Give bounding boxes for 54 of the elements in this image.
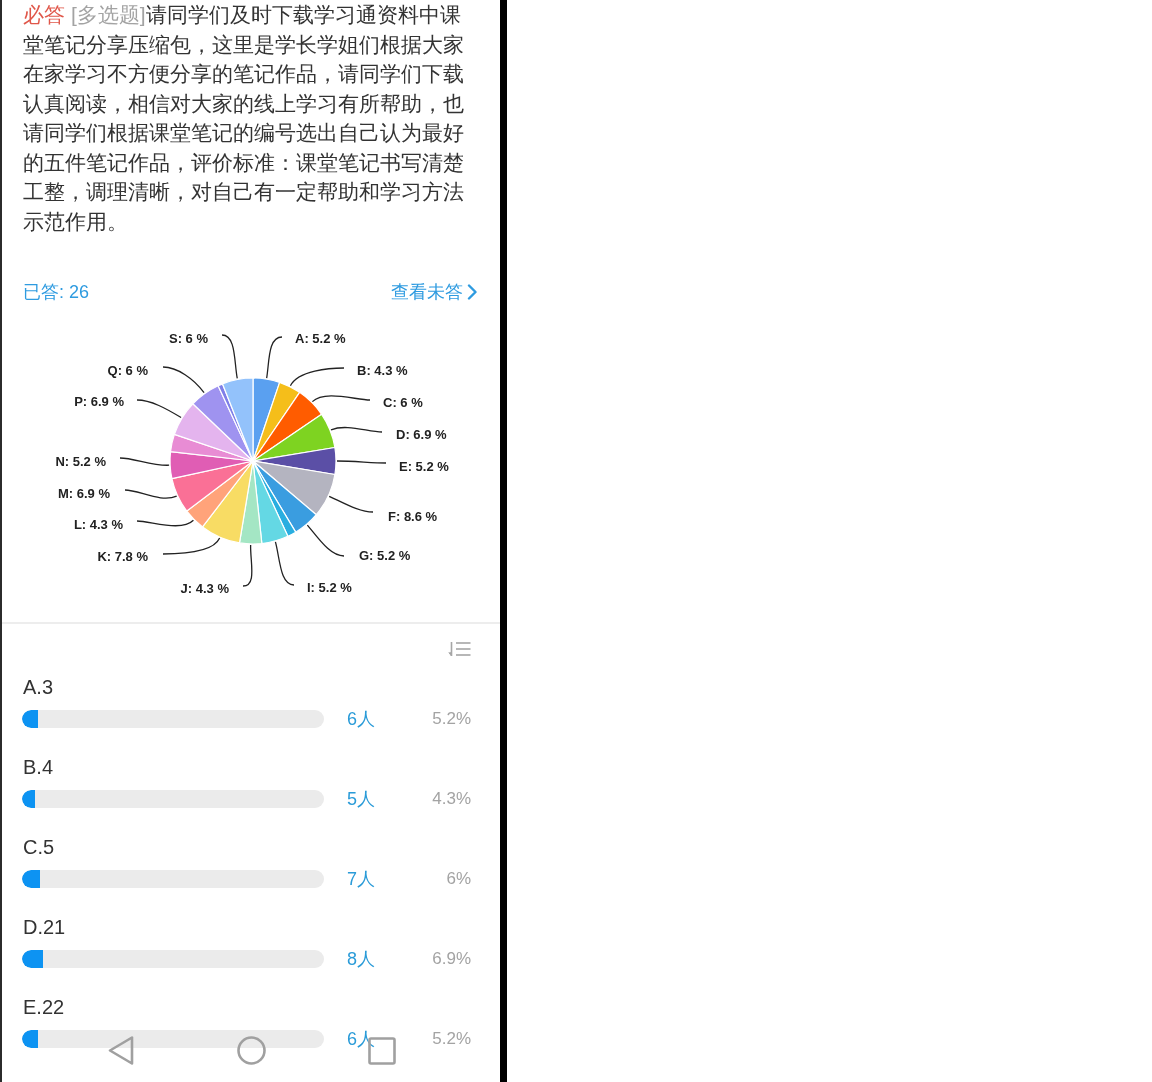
respondent-count: 6人 [347,1028,375,1050]
home-icon[interactable] [237,1036,266,1065]
answered-count: 已答: 26 [23,281,90,304]
leader-line [124,489,178,499]
slice-label: K: 7.8 % [97,548,148,564]
slice-label: F: 8.6 % [388,508,438,524]
leader-line [162,366,205,394]
leader-line [136,399,182,419]
leader-line [328,495,374,513]
leader-line [330,426,383,433]
respondent-count: 5人 [347,788,375,810]
slice-label: C: 6 % [383,394,423,410]
slice-label: I: 5.2 % [307,579,352,595]
slice-label: B: 4.3 % [357,362,408,378]
respondent-count: 8人 [347,948,375,970]
percentage: 6% [446,868,471,890]
leader-line [289,367,345,387]
view-unanswered-link[interactable]: 查看未答 [391,280,478,304]
leader-line [274,541,295,586]
slice-label: S: 6 % [169,330,208,346]
leader-line [266,336,283,379]
slice-label: P: 6.9 % [74,393,124,409]
sort-icon[interactable] [448,641,471,657]
back-icon[interactable] [108,1036,134,1065]
leader-line [306,524,345,557]
leader-line [311,395,371,403]
option-label: E.22 [22,995,65,1019]
respondent-count: 6人 [347,708,375,730]
percentage: 5.2% [432,708,471,730]
slice-label: G: 5.2 % [359,547,411,563]
option-label: C.5 [22,835,55,859]
percentage: 5.2% [432,1028,471,1050]
leader-line [221,334,238,380]
option-label: B.4 [22,755,54,779]
percentage: 6.9% [432,948,471,970]
leader-line [136,519,195,527]
question-text: 必答 [多选题]请同学们及时下载学习通资料中课堂笔记分享压缩包，这里是学长学姐们根据大家在家学习不方便分享的笔记作品，请同学们下载认真阅读，相信对大家的线上学习有所帮助，也请同学们根据课堂笔记的编号选出自己认为最好的五件笔记作品，评价标准：课堂笔记书写清楚工整，调理清晰，对自己有一定帮助和学习方法示范作用。 [23,2,465,235]
slice-label: L: 4.3 % [73,516,123,532]
slice-label: N: 5.2 % [55,453,106,469]
leader-line [119,457,170,466]
leader-line [162,537,221,555]
option-label: D.21 [22,915,66,939]
respondent-count: 7人 [347,868,375,890]
slice-label: E: 5.2 % [399,458,449,474]
leader-line [242,544,253,587]
leader-line [336,460,387,464]
slice-label: A: 5.2 % [295,330,346,346]
chevron-right-icon [467,284,478,300]
percentage: 4.3% [432,788,471,810]
slice-label: Q: 6 % [107,362,148,378]
option-label: A.3 [22,675,54,699]
slice-label: J: 4.3 % [180,580,229,596]
slice-label: M: 6.9 % [58,485,110,501]
slice-label: D: 6.9 % [396,426,447,442]
